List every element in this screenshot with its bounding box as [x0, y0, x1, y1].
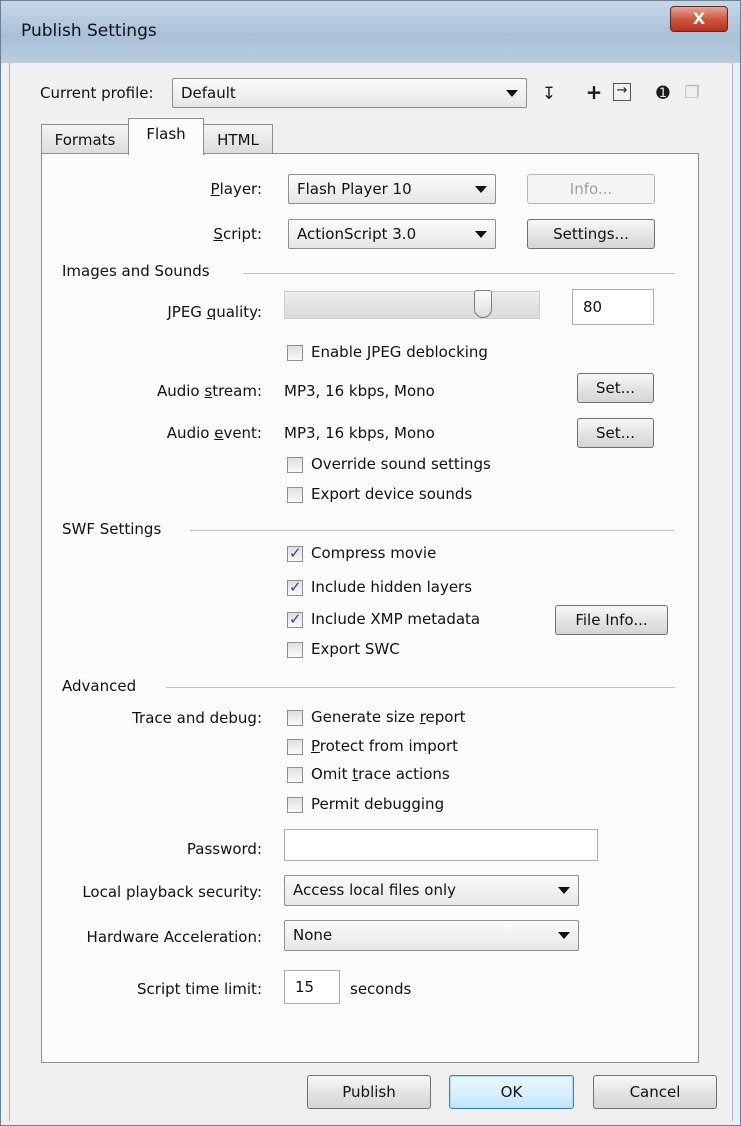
audio-event-value: MP3, 16 kbps, Mono	[284, 424, 435, 442]
hw-accel-select[interactable]: None	[284, 920, 579, 951]
tab-html[interactable]: HTML	[203, 124, 273, 154]
password-field[interactable]	[284, 829, 598, 861]
script-settings-button[interactable]: Settings...	[527, 219, 655, 249]
publish-button[interactable]: Publish	[307, 1075, 431, 1109]
info-button[interactable]: Info...	[527, 174, 655, 204]
player-select[interactable]: Flash Player 10	[288, 174, 496, 204]
audio-event-label: Audio event:	[166, 424, 262, 442]
jpeg-deblocking-label: Enable JPEG deblocking	[311, 343, 488, 361]
local-security-select[interactable]: Access local files only	[284, 875, 579, 906]
script-value: ActionScript 3.0	[297, 225, 417, 243]
chevron-down-icon	[475, 231, 487, 238]
script-label: Script:	[213, 225, 262, 243]
size-report-label: Generate size report	[311, 708, 466, 726]
include-xmp-checkbox[interactable]	[287, 610, 303, 628]
section-divider	[243, 273, 675, 274]
export-device-sounds-label: Export device sounds	[311, 485, 473, 503]
tab-flash[interactable]: Flash	[128, 118, 204, 155]
jpeg-deblocking-checkbox[interactable]	[287, 345, 303, 361]
window-title: Publish Settings	[21, 21, 157, 41]
player-label: Player:	[210, 180, 262, 198]
duplicate-profile-icon[interactable]: →	[613, 83, 631, 101]
current-profile-value: Default	[181, 84, 236, 102]
close-icon: X	[692, 9, 706, 28]
player-value: Flash Player 10	[297, 180, 412, 198]
section-divider	[166, 687, 675, 688]
permit-debugging-label: Permit debugging	[311, 795, 445, 813]
audio-stream-set-button[interactable]: Set...	[577, 373, 654, 403]
audio-stream-label: Audio stream:	[156, 382, 262, 400]
compress-movie-label: Compress movie	[311, 544, 437, 562]
override-sound-checkbox[interactable]	[287, 457, 303, 473]
section-divider	[190, 530, 675, 531]
jpeg-quality-field[interactable]: 80	[572, 289, 654, 325]
chevron-down-icon	[506, 90, 518, 97]
images-sounds-heading: Images and Sounds	[62, 262, 210, 280]
protect-import-label: Protect from import	[311, 737, 459, 755]
time-limit-label: Script time limit:	[137, 980, 262, 998]
cancel-button[interactable]: Cancel	[593, 1075, 717, 1109]
jpeg-quality-slider[interactable]	[284, 290, 540, 319]
include-hidden-layers-label: Include hidden layers	[311, 578, 473, 596]
chevron-down-icon	[558, 932, 570, 939]
tab-formats[interactable]: Formats	[41, 124, 129, 154]
profile-info-icon[interactable]: ➊	[652, 82, 674, 104]
hw-accel-label: Hardware Acceleration:	[86, 928, 262, 946]
omit-trace-checkbox[interactable]	[287, 767, 303, 783]
trace-debug-label: Trace and debug:	[132, 709, 262, 727]
close-button[interactable]: X	[670, 6, 728, 32]
size-report-checkbox[interactable]	[287, 710, 303, 726]
chevron-down-icon	[558, 887, 570, 894]
script-select[interactable]: ActionScript 3.0	[288, 219, 496, 249]
add-profile-icon[interactable]: +	[583, 81, 605, 103]
advanced-heading: Advanced	[62, 677, 137, 695]
protect-import-checkbox[interactable]	[287, 739, 303, 755]
current-profile-select[interactable]: Default	[172, 78, 527, 108]
swf-settings-heading: SWF Settings	[62, 520, 162, 538]
ok-button[interactable]: OK	[449, 1075, 574, 1109]
current-profile-label: Current profile:	[40, 84, 154, 102]
slider-thumb[interactable]	[474, 290, 492, 318]
local-security-value: Access local files only	[293, 881, 456, 899]
time-limit-unit: seconds	[350, 980, 412, 998]
title-bar[interactable]: Publish Settings X	[1, 1, 740, 63]
jpeg-quality-label: JPEG quality:	[167, 303, 262, 321]
export-swc-checkbox[interactable]	[287, 642, 303, 658]
export-device-sounds-checkbox[interactable]	[287, 487, 303, 503]
permit-debugging-checkbox[interactable]	[287, 797, 303, 813]
import-export-icon[interactable]: ↧	[538, 83, 560, 105]
omit-trace-label: Omit trace actions	[311, 765, 450, 783]
include-hidden-layers-checkbox[interactable]	[287, 578, 303, 596]
time-limit-field[interactable]: 15	[284, 970, 340, 1004]
file-info-button[interactable]: File Info...	[555, 605, 668, 635]
audio-event-set-button[interactable]: Set...	[577, 418, 654, 448]
password-label: Password:	[186, 840, 262, 858]
export-swc-label: Export SWC	[311, 640, 400, 658]
include-xmp-label: Include XMP metadata	[311, 610, 481, 628]
hw-accel-value: None	[293, 926, 333, 944]
compress-movie-checkbox[interactable]	[287, 544, 303, 562]
override-sound-label: Override sound settings	[311, 455, 491, 473]
audio-stream-value: MP3, 16 kbps, Mono	[284, 382, 435, 400]
delete-profile-icon[interactable]: ❐	[681, 82, 703, 104]
chevron-down-icon	[475, 186, 487, 193]
local-security-label: Local playback security:	[82, 883, 262, 901]
